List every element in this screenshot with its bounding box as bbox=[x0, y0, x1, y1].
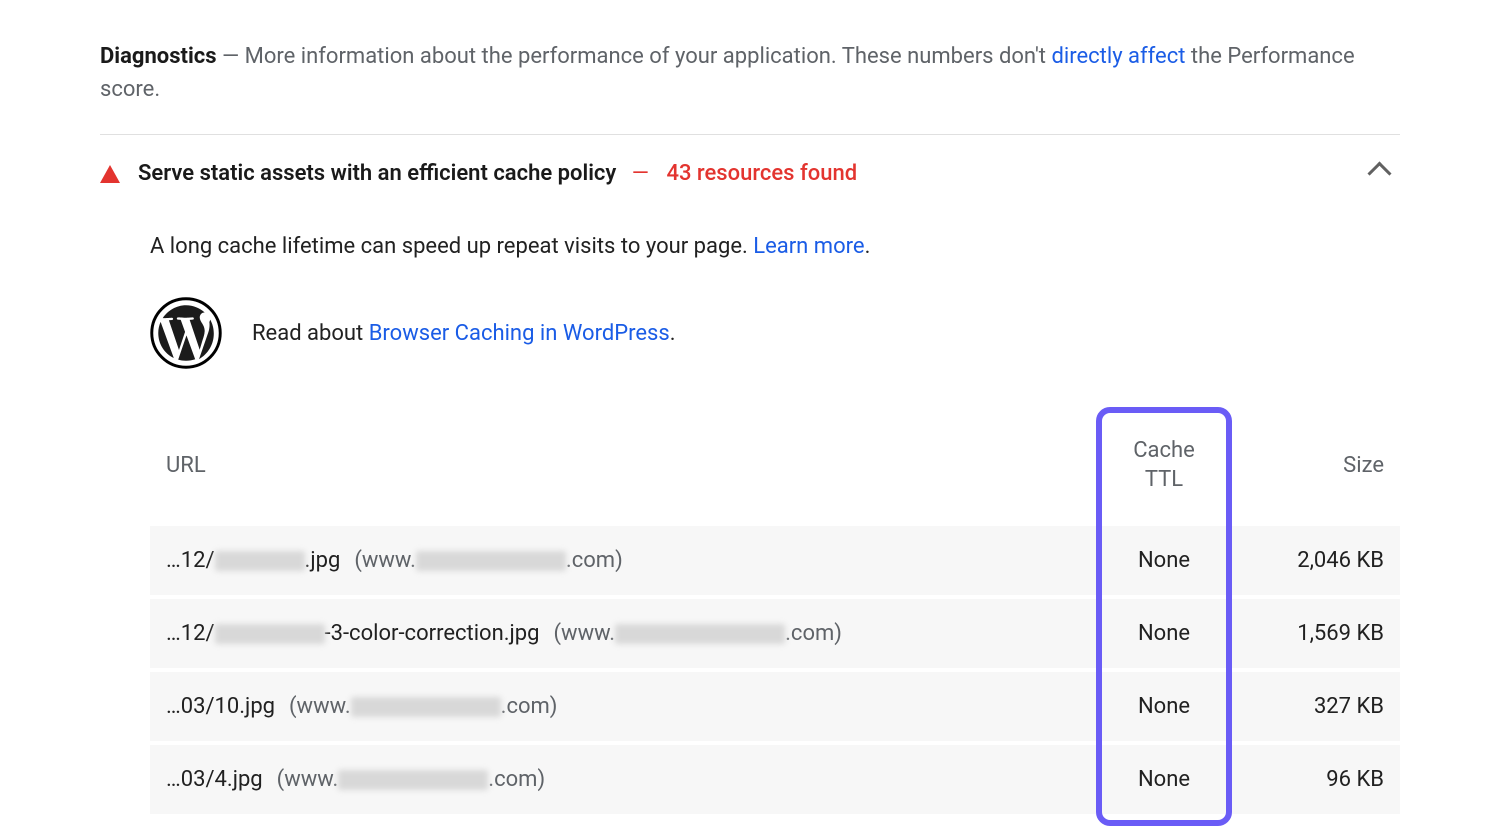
cache-ttl-value: None bbox=[1104, 544, 1224, 577]
wordpress-logo-icon bbox=[150, 297, 222, 369]
url-path: …03/10.jpg bbox=[166, 690, 275, 723]
url-cell: …03/10.jpg (www..com) bbox=[166, 690, 1104, 723]
url-cell: …12/.jpg (www..com) bbox=[166, 544, 1104, 577]
table-row[interactable]: …12/-3-color-correction.jpg (www..com) Non… bbox=[150, 595, 1400, 668]
audit-dash: — bbox=[632, 161, 649, 186]
redacted-host bbox=[416, 551, 566, 571]
audit-count: 43 resources found bbox=[666, 161, 857, 186]
audit-body: A long cache lifetime can speed up repea… bbox=[100, 200, 1400, 814]
col-header-cache-ttl: Cache TTL bbox=[1104, 437, 1224, 494]
size-value: 2,046 KB bbox=[1224, 544, 1384, 577]
audit-description: A long cache lifetime can speed up repea… bbox=[150, 230, 1400, 263]
wp-prefix: Read about bbox=[252, 321, 369, 346]
audit-period: . bbox=[865, 234, 871, 259]
wp-period: . bbox=[670, 321, 676, 346]
col-header-cache: Cache bbox=[1104, 437, 1224, 466]
wp-link[interactable]: Browser Caching in WordPress bbox=[369, 321, 670, 346]
redacted-host bbox=[338, 770, 488, 790]
fail-triangle-icon bbox=[100, 165, 120, 183]
table-row[interactable]: …03/10.jpg (www..com) None327 KB bbox=[150, 668, 1400, 741]
url-path: …03/4.jpg bbox=[166, 763, 263, 796]
url-path: …12/-3-color-correction.jpg bbox=[166, 617, 540, 650]
url-cell: …03/4.jpg (www..com) bbox=[166, 763, 1104, 796]
col-header-url: URL bbox=[166, 449, 1104, 482]
col-header-ttl: TTL bbox=[1104, 466, 1224, 495]
diagnostics-description-prefix: — More information about the performance… bbox=[222, 44, 1051, 69]
url-path: …12/.jpg bbox=[166, 544, 340, 577]
size-value: 327 KB bbox=[1224, 690, 1384, 723]
table-row[interactable]: …03/4.jpg (www..com) None96 KB bbox=[150, 741, 1400, 814]
diagnostics-heading-row: Diagnostics — More information about the… bbox=[100, 40, 1400, 135]
url-host: (www..com) bbox=[277, 763, 545, 796]
redacted-filename bbox=[215, 551, 305, 571]
size-value: 1,569 KB bbox=[1224, 617, 1384, 650]
url-host: (www..com) bbox=[554, 617, 842, 650]
redacted-host bbox=[615, 624, 785, 644]
diagnostics-panel: Diagnostics — More information about the… bbox=[0, 0, 1500, 834]
redacted-host bbox=[351, 697, 501, 717]
audit-header-row[interactable]: Serve static assets with an efficient ca… bbox=[100, 135, 1400, 200]
wordpress-tip-text: Read about Browser Caching in WordPress. bbox=[252, 317, 676, 350]
url-cell: …12/-3-color-correction.jpg (www..com) bbox=[166, 617, 1104, 650]
cache-ttl-value: None bbox=[1104, 617, 1224, 650]
table-row[interactable]: …12/.jpg (www..com) None2,046 KB bbox=[150, 522, 1400, 595]
redacted-filename bbox=[215, 624, 325, 644]
audit-description-text: A long cache lifetime can speed up repea… bbox=[150, 234, 753, 259]
cache-ttl-value: None bbox=[1104, 690, 1224, 723]
table-header-row: URL Cache TTL Size bbox=[150, 419, 1400, 522]
wordpress-tip-row: Read about Browser Caching in WordPress. bbox=[150, 297, 1400, 369]
cache-ttl-value: None bbox=[1104, 763, 1224, 796]
audit-title: Serve static assets with an efficient ca… bbox=[138, 161, 616, 186]
url-host: (www..com) bbox=[354, 544, 622, 577]
resources-table: URL Cache TTL Size …12/.jpg (www..com) Non… bbox=[150, 419, 1400, 814]
audit-title-wrap: Serve static assets with an efficient ca… bbox=[138, 157, 1357, 190]
col-header-size: Size bbox=[1224, 449, 1384, 482]
diagnostics-title: Diagnostics bbox=[100, 44, 217, 69]
url-host: (www..com) bbox=[289, 690, 557, 723]
diagnostics-link[interactable]: directly affect bbox=[1051, 44, 1185, 69]
learn-more-link[interactable]: Learn more bbox=[753, 234, 864, 259]
chevron-up-icon[interactable] bbox=[1367, 161, 1391, 185]
size-value: 96 KB bbox=[1224, 763, 1384, 796]
